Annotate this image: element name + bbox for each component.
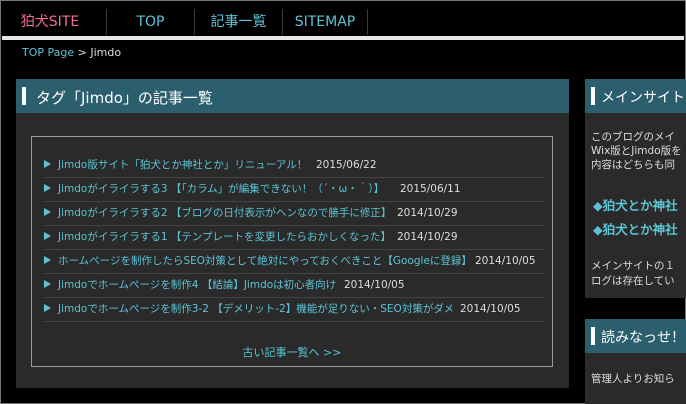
post-row: Jimdo版サイト「狛犬とか神社とか」リニューアル！ 2015/06/22 [44, 153, 544, 178]
sidebar-text-line: 内容はどちらも同 [591, 159, 675, 171]
bullet-triangle-icon [44, 280, 51, 288]
sidebar-notice-panel: 管理人よりお知ら [585, 353, 686, 404]
post-title-link[interactable]: Jimdoがイライラする2 【ブログの日付表示がヘンなので勝手に修正】 [58, 201, 391, 225]
nav-site-logo[interactable]: 狛犬SITE [2, 9, 98, 35]
page-title: タグ「Jimdo」の記事一覧 [36, 89, 213, 107]
sidebar-site-link[interactable]: ◆狛犬とか神社 [593, 219, 678, 238]
sidebar-main-site-panel: このブログのメイ Wix版とJimdo版を 内容はどちらも同 ◆狛犬とか神社 ◆… [585, 113, 686, 298]
sidebar-text-line: Wix版とJimdo版を [591, 145, 682, 157]
tag-list-header: タグ「Jimdo」の記事一覧 [16, 79, 569, 113]
sidebar-notice-text: 管理人よりお知ら [591, 373, 675, 385]
post-row: Jimdoがイライラする2 【ブログの日付表示がヘンなので勝手に修正】 2014… [44, 201, 544, 226]
post-list: Jimdo版サイト「狛犬とか神社とか」リニューアル！ 2015/06/22 Ji… [31, 136, 553, 367]
post-title-link[interactable]: Jimdoがイライラする3 【「カラム」が編集できない！（´・ω・｀）】 [58, 177, 384, 201]
sidebar-notice-title: 読みなっせ！ [601, 330, 685, 346]
post-title-link[interactable]: Jimdoがイライラする1 【テンプレートを変更したらおかしくなった】 [58, 225, 391, 249]
tag-list-panel: Jimdo版サイト「狛犬とか神社とか」リニューアル！ 2015/06/22 Ji… [16, 113, 569, 388]
sidebar-text-line: このブログのメイ [591, 131, 675, 143]
post-date: 2014/10/05 [475, 255, 536, 267]
header-accent-bar [591, 87, 595, 105]
post-row: Jimdoがイライラする1 【テンプレートを変更したらおかしくなった】 2014… [44, 225, 544, 250]
sidebar-text-line: ログは存在してい [591, 275, 675, 287]
bullet-triangle-icon [44, 256, 51, 264]
post-date: 2014/10/29 [397, 207, 458, 219]
bullet-triangle-icon [44, 160, 51, 168]
header-accent-bar [591, 327, 595, 345]
bullet-triangle-icon [44, 304, 51, 312]
post-date: 2014/10/05 [460, 303, 521, 315]
post-title-link[interactable]: ホームページを制作したらSEO対策として絶対にやっておくべきこと【Googleに… [58, 249, 472, 273]
sidebar-main-site-title: メインサイト [601, 90, 685, 106]
post-date: 2014/10/05 [344, 279, 405, 291]
breadcrumb-separator: > [77, 46, 87, 59]
breadcrumb-home[interactable]: TOP Page [22, 46, 74, 59]
post-title-link[interactable]: Jimdoでホームページを制作3-2 【デメリット-2】機能が足りない・SEO対… [58, 297, 454, 321]
sidebar-notice-header: 読みなっせ！ [585, 319, 686, 353]
header-accent-bar [22, 87, 26, 105]
breadcrumb-current: Jimdo [90, 46, 122, 59]
post-date: 2014/10/29 [397, 231, 458, 243]
post-title-link[interactable]: Jimdoでホームページを制作4 【結論】Jimdoは初心者向け [58, 273, 336, 297]
bullet-triangle-icon [44, 184, 51, 192]
nav-top[interactable]: TOP [106, 9, 194, 35]
post-date: 2015/06/22 [316, 159, 377, 171]
bullet-triangle-icon [44, 208, 51, 216]
post-row: Jimdoでホームページを制作4 【結論】Jimdoは初心者向け 2014/10… [44, 273, 544, 298]
nav-article-list[interactable]: 記事一覧 [194, 9, 282, 35]
top-nav: 狛犬SITE TOP 記事一覧 SITEMAP [2, 2, 684, 36]
post-row: Jimdoがイライラする3 【「カラム」が編集できない！（´・ω・｀）】 201… [44, 177, 544, 202]
post-row: ホームページを制作したらSEO対策として絶対にやっておくべきこと【Googleに… [44, 249, 544, 274]
sidebar-main-site-header: メインサイト [585, 79, 686, 113]
post-row: Jimdoでホームページを制作3-2 【デメリット-2】機能が足りない・SEO対… [44, 297, 544, 322]
post-title-link[interactable]: Jimdo版サイト「狛犬とか神社とか」リニューアル！ [58, 153, 307, 177]
breadcrumb: TOP Page > Jimdo [22, 46, 121, 59]
nav-underline [2, 36, 684, 40]
bullet-triangle-icon [44, 232, 51, 240]
nav-sitemap[interactable]: SITEMAP [282, 9, 368, 35]
sidebar-text-line: メインサイトの１ [591, 260, 675, 272]
sidebar-site-link[interactable]: ◆狛犬とか神社 [593, 195, 678, 214]
older-posts-link[interactable]: 古い記事一覧へ >> [32, 344, 552, 360]
post-date: 2015/06/11 [400, 183, 461, 195]
